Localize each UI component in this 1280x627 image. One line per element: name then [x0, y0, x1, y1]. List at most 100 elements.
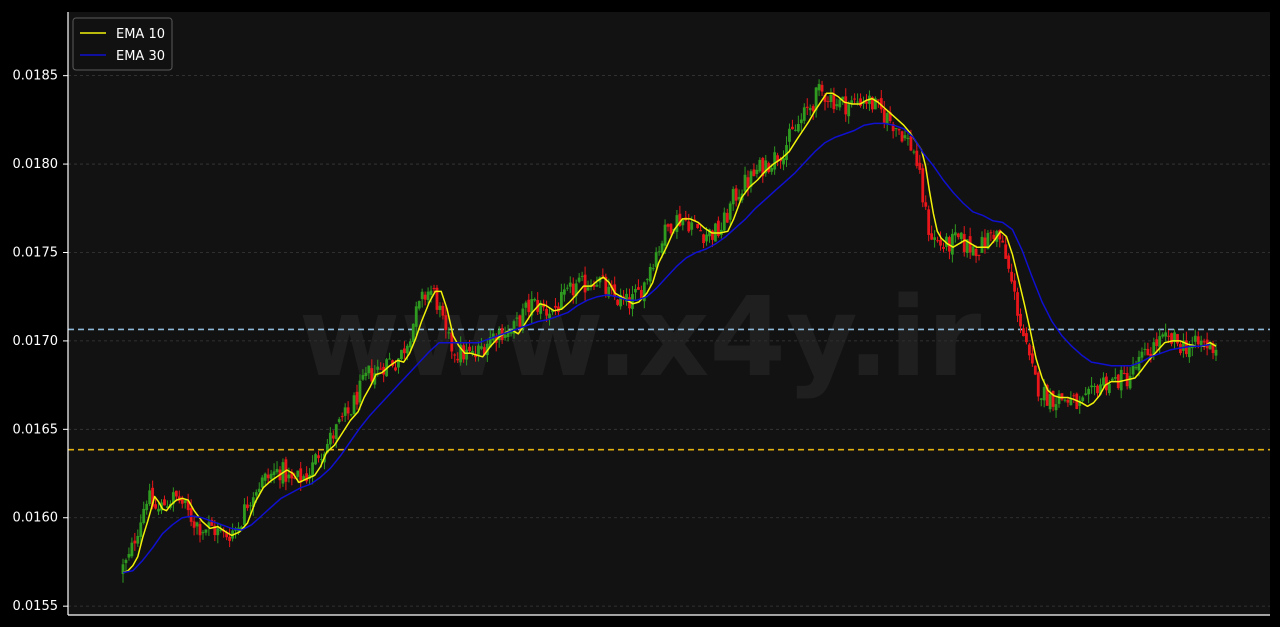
candle-up: [124, 559, 128, 564]
candle-up: [580, 275, 584, 277]
candle-up: [651, 268, 655, 270]
candle-up: [1128, 375, 1132, 389]
candle-down: [746, 177, 750, 188]
candle-down: [432, 288, 436, 290]
candle-down: [331, 435, 335, 439]
candle-up: [127, 554, 131, 558]
candle-up: [838, 99, 842, 108]
candle-down: [936, 240, 939, 242]
candle-up: [565, 287, 569, 289]
candle-down: [909, 135, 913, 151]
candle-down: [545, 308, 548, 316]
candle-down: [246, 504, 249, 509]
candle-up: [1214, 349, 1218, 356]
candle-down: [791, 126, 794, 130]
candle-down: [930, 233, 934, 240]
candle-up: [817, 84, 821, 91]
candle-up: [257, 488, 261, 492]
candle-down: [554, 305, 557, 308]
candle-up: [328, 432, 332, 445]
candle-up: [559, 291, 563, 309]
candle-up: [438, 305, 442, 311]
candle-up: [367, 365, 371, 374]
candle-down: [174, 490, 178, 497]
candle-down: [897, 128, 901, 131]
candle-up: [933, 237, 937, 240]
y-tick-label: 0.0165: [13, 422, 59, 437]
candle-up: [980, 236, 984, 253]
candle-down: [924, 202, 928, 207]
candle-down: [1072, 395, 1076, 397]
candle-down: [977, 254, 981, 256]
candle-up: [130, 542, 134, 557]
candle-up: [799, 119, 803, 124]
candle-up: [906, 137, 910, 139]
candle-down: [636, 287, 640, 290]
candle-down: [571, 283, 575, 296]
candle-up: [157, 508, 160, 512]
candle-up: [361, 375, 365, 380]
candle-up: [731, 189, 735, 205]
candle-down: [616, 299, 620, 305]
candle-down: [853, 98, 857, 100]
candle-down: [669, 223, 673, 234]
candle-up: [959, 232, 963, 240]
candle-down: [527, 299, 531, 313]
candle-down: [859, 98, 862, 106]
candle-up: [260, 477, 264, 488]
candle-up: [248, 505, 252, 507]
candle-up: [660, 243, 664, 253]
candle-up: [1193, 335, 1197, 342]
candle-up: [631, 294, 634, 309]
candle-down: [1007, 255, 1011, 269]
candle-down: [1004, 244, 1008, 259]
candle-up: [411, 323, 415, 342]
candle-up: [1113, 377, 1117, 379]
candle-down: [734, 188, 738, 201]
candle-up: [139, 522, 143, 537]
candle-up: [343, 407, 347, 416]
candle-down: [1013, 280, 1016, 292]
candle-down: [1025, 333, 1028, 343]
candle-up: [796, 123, 800, 132]
candle-up: [1107, 383, 1111, 394]
candle-up: [1140, 351, 1144, 358]
candle-up: [657, 251, 661, 253]
candle-up: [204, 529, 208, 533]
candle-down: [468, 346, 471, 352]
chart-legend: EMA 10 EMA 30: [72, 17, 173, 71]
y-tick-label: 0.0185: [13, 69, 59, 84]
candle-down: [340, 416, 344, 418]
candle-up: [1090, 385, 1093, 388]
candlestick-chart: www.x4y.ir 0.01550.01600.01650.01700.017…: [13, 12, 1270, 616]
candle-down: [1010, 271, 1014, 282]
y-tick-label: 0.0155: [13, 599, 59, 614]
candle-up: [417, 301, 421, 309]
candle-up: [201, 532, 205, 534]
candle-up: [1134, 367, 1138, 369]
candle-down: [687, 221, 691, 232]
candle-up: [400, 349, 403, 360]
candle-up: [364, 372, 368, 377]
candle-up: [663, 224, 667, 246]
candle-up: [645, 279, 649, 281]
candle-down: [154, 504, 157, 509]
candle-down: [317, 455, 320, 459]
candle-up: [272, 471, 276, 476]
candle-up: [758, 159, 762, 172]
candle-down: [355, 391, 359, 405]
candle-down: [456, 358, 460, 361]
candle-up: [1119, 369, 1123, 391]
candle-up: [429, 290, 433, 295]
candle-down: [441, 305, 445, 316]
candle-up: [334, 424, 338, 440]
candle-down: [518, 315, 522, 327]
y-tick-label: 0.0170: [13, 334, 59, 349]
candle-up: [903, 135, 907, 139]
candle-down: [666, 224, 670, 227]
candle-down: [974, 249, 978, 257]
candle-down: [379, 368, 383, 370]
candle-down: [844, 96, 848, 115]
candle-down: [198, 524, 202, 536]
candle-up: [586, 287, 590, 291]
